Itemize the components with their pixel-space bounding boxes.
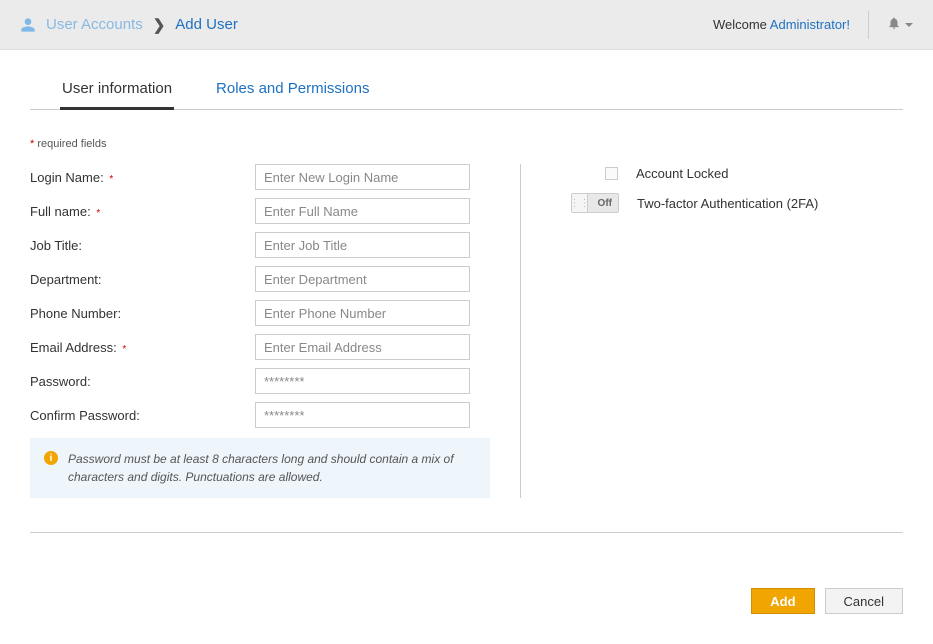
form-area: Login Name: * Full name: * Job Title: De… <box>30 164 903 498</box>
vertical-divider <box>868 11 869 39</box>
button-row: Add Cancel <box>30 588 903 614</box>
full-name-input[interactable] <box>255 198 470 224</box>
right-column: Account Locked ⋮⋮ Off Two-factor Authent… <box>520 164 903 498</box>
account-locked-label: Account Locked <box>636 166 729 181</box>
tab-user-information[interactable]: User information <box>60 70 174 110</box>
account-locked-row: Account Locked <box>571 166 903 181</box>
confirm-password-input[interactable] <box>255 402 470 428</box>
chevron-right-icon: ❯ <box>153 16 166 34</box>
email-row: Email Address: * <box>30 334 490 360</box>
login-name-input[interactable] <box>255 164 470 190</box>
department-row: Department: <box>30 266 490 292</box>
left-column: Login Name: * Full name: * Job Title: De… <box>30 164 520 498</box>
password-input[interactable] <box>255 368 470 394</box>
password-info-box: i Password must be at least 8 characters… <box>30 438 490 498</box>
notifications-button[interactable] <box>887 16 913 33</box>
tabs: User information Roles and Permissions <box>30 70 903 110</box>
two-factor-label: Two-factor Authentication (2FA) <box>637 196 818 211</box>
password-row: Password: <box>30 368 490 394</box>
required-fields-text: required fields <box>37 138 106 150</box>
bell-icon <box>887 16 901 33</box>
full-name-row: Full name: * <box>30 198 490 224</box>
department-label: Department: <box>30 272 255 287</box>
phone-label: Phone Number: <box>30 306 255 321</box>
password-label: Password: <box>30 374 255 389</box>
breadcrumb: User Accounts ❯ Add User <box>20 16 238 34</box>
content-area: User information Roles and Permissions *… <box>0 50 933 644</box>
job-title-input[interactable] <box>255 232 470 258</box>
required-fields-note: * required fields <box>30 138 903 150</box>
toggle-handle-icon: ⋮⋮ <box>572 194 588 212</box>
top-bar: User Accounts ❯ Add User Welcome Adminis… <box>0 0 933 50</box>
job-title-row: Job Title: <box>30 232 490 258</box>
welcome-user-link[interactable]: Administrator! <box>770 17 850 32</box>
confirm-password-row: Confirm Password: <box>30 402 490 428</box>
email-label: Email Address: * <box>30 340 255 355</box>
cancel-button[interactable]: Cancel <box>825 588 903 614</box>
login-name-row: Login Name: * <box>30 164 490 190</box>
account-locked-checkbox[interactable] <box>605 167 618 180</box>
job-title-label: Job Title: <box>30 238 255 253</box>
breadcrumb-current: Add User <box>175 16 238 33</box>
welcome-prefix: Welcome <box>713 17 770 32</box>
welcome-text: Welcome Administrator! <box>713 17 850 32</box>
toggle-off-text: Off <box>598 198 618 209</box>
two-factor-toggle[interactable]: ⋮⋮ Off <box>571 193 619 213</box>
top-right: Welcome Administrator! <box>713 11 913 39</box>
confirm-password-label: Confirm Password: <box>30 408 255 423</box>
department-input[interactable] <box>255 266 470 292</box>
divider <box>30 532 903 533</box>
add-button[interactable]: Add <box>751 588 814 614</box>
full-name-label: Full name: * <box>30 204 255 219</box>
phone-input[interactable] <box>255 300 470 326</box>
password-info-text: Password must be at least 8 characters l… <box>68 450 476 486</box>
email-input[interactable] <box>255 334 470 360</box>
tab-roles-permissions[interactable]: Roles and Permissions <box>214 70 371 110</box>
info-icon: i <box>44 451 58 465</box>
login-name-label: Login Name: * <box>30 170 255 185</box>
caret-down-icon <box>905 23 913 27</box>
phone-row: Phone Number: <box>30 300 490 326</box>
two-factor-row: ⋮⋮ Off Two-factor Authentication (2FA) <box>571 193 903 213</box>
user-icon <box>20 17 36 33</box>
breadcrumb-parent-link[interactable]: User Accounts <box>46 16 143 33</box>
